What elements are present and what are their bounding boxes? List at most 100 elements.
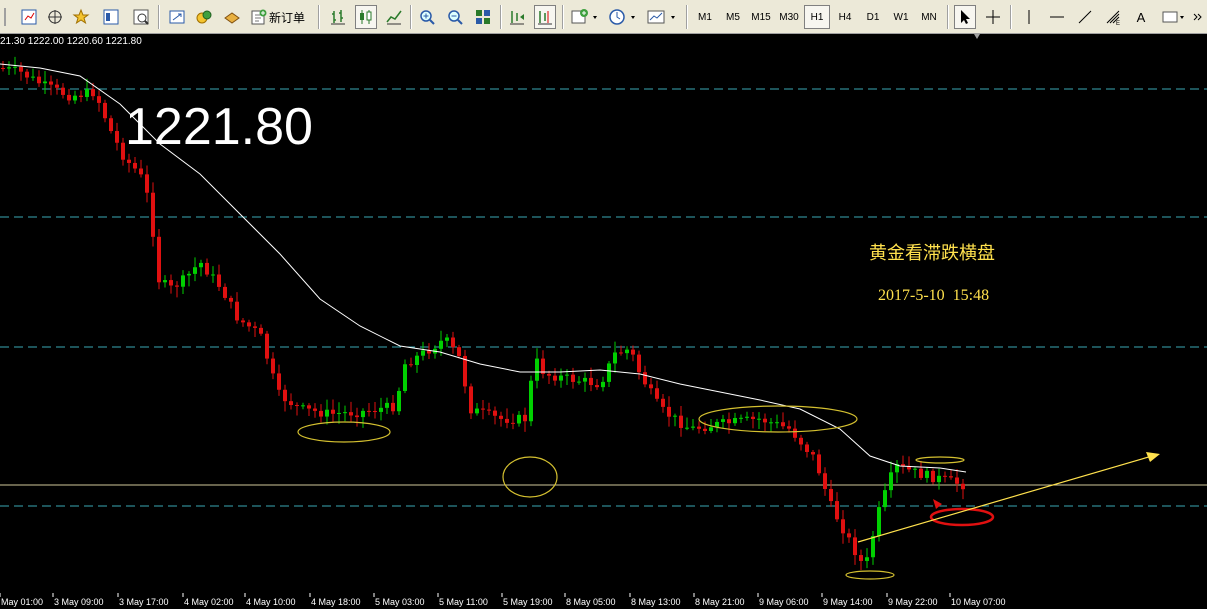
- timeframe-mn[interactable]: MN: [916, 5, 942, 29]
- zoom-in-icon[interactable]: [416, 5, 438, 29]
- candle-body: [583, 377, 587, 382]
- tile-windows-icon[interactable]: [472, 5, 494, 29]
- candle-body: [385, 402, 389, 408]
- timeframe-h1[interactable]: H1: [804, 5, 830, 29]
- candle-body: [859, 555, 863, 561]
- zoom-out-icon[interactable]: [444, 5, 466, 29]
- candle-body: [439, 340, 443, 349]
- time-label: 4 May 10:00: [246, 597, 296, 607]
- timeframe-m1[interactable]: M1: [692, 5, 718, 29]
- crosshair-icon[interactable]: [982, 5, 1004, 29]
- templates-dropdown-icon[interactable]: [646, 5, 680, 29]
- line-chart-icon[interactable]: [383, 5, 405, 29]
- horizontal-line-icon[interactable]: [1046, 5, 1068, 29]
- timeframe-w1[interactable]: W1: [888, 5, 914, 29]
- fibonacci-icon[interactable]: E: [1102, 5, 1124, 29]
- candle-body: [109, 118, 113, 132]
- toolbar-overflow-icon[interactable]: [1190, 5, 1204, 29]
- candle-body: [925, 470, 929, 478]
- candle-body: [319, 410, 323, 417]
- timeframe-d1[interactable]: D1: [860, 5, 886, 29]
- fullscreen-icon[interactable]: [166, 5, 188, 29]
- big-price-label: 1221.80: [125, 98, 313, 156]
- candle-body: [505, 418, 509, 423]
- new-order-icon: [251, 9, 267, 25]
- timeframe-m5[interactable]: M5: [720, 5, 746, 29]
- candle-body: [397, 390, 401, 412]
- candle-body: [307, 405, 311, 409]
- autoscroll-icon[interactable]: [506, 5, 528, 29]
- time-label: 9 May 06:00: [759, 597, 809, 607]
- separator: [318, 5, 320, 29]
- candle-body: [199, 262, 203, 268]
- candle-body: [277, 373, 281, 390]
- candle-body: [391, 402, 395, 412]
- time-label: 4 May 02:00: [184, 597, 234, 607]
- new-order-button[interactable]: 新订单: [250, 5, 308, 29]
- separator: [158, 5, 160, 29]
- candle-body: [79, 95, 83, 97]
- text-tool-icon[interactable]: A: [1130, 5, 1152, 29]
- profiles-icon[interactable]: [44, 5, 66, 29]
- candle-body: [709, 427, 713, 431]
- candle-body: [73, 95, 77, 101]
- data-window-icon[interactable]: [130, 5, 152, 29]
- vertical-line-icon[interactable]: [1018, 5, 1040, 29]
- candle-body: [769, 422, 773, 424]
- periods-dropdown-icon[interactable]: [608, 5, 640, 29]
- candle-body: [691, 426, 695, 428]
- candle-body: [655, 388, 659, 399]
- separator: [410, 5, 412, 29]
- indicators-dropdown-icon[interactable]: [570, 5, 602, 29]
- candle-body: [571, 374, 575, 382]
- favorites-icon[interactable]: [70, 5, 92, 29]
- svg-text:E: E: [1116, 21, 1120, 26]
- separator: [947, 5, 949, 29]
- cursor-icon[interactable]: [954, 5, 976, 29]
- candle-body: [745, 416, 749, 418]
- candle-body: [259, 327, 263, 334]
- candle-body: [97, 96, 101, 103]
- candle-body: [811, 451, 815, 455]
- chart-shift-icon[interactable]: [534, 5, 556, 29]
- candle-body: [547, 373, 551, 376]
- annotation-title: 黄金看滞跌横盘: [869, 243, 995, 264]
- trendline-icon[interactable]: [1074, 5, 1096, 29]
- candle-body: [7, 67, 11, 69]
- bar-chart-icon[interactable]: [327, 5, 349, 29]
- candle-body: [685, 427, 689, 429]
- time-label: 9 May 22:00: [888, 597, 938, 607]
- candle-body: [49, 81, 53, 85]
- candle-body: [781, 422, 785, 427]
- candlestick-chart-icon[interactable]: [355, 5, 377, 29]
- candle-body: [679, 415, 683, 428]
- candle-body: [133, 162, 137, 169]
- candle-body: [763, 418, 767, 423]
- candle-body: [913, 468, 917, 470]
- candle-body: [559, 375, 563, 381]
- candle-body: [1, 68, 5, 69]
- candle-body: [457, 347, 461, 356]
- candle-body: [61, 87, 65, 95]
- candle-body: [265, 333, 269, 359]
- timeframe-h4[interactable]: H4: [832, 5, 858, 29]
- candle-body: [181, 275, 185, 287]
- candle-body: [445, 337, 449, 341]
- arrow-tool-icon[interactable]: [1160, 5, 1186, 29]
- history-icon[interactable]: [221, 5, 243, 29]
- candle-body: [607, 363, 611, 382]
- candle-body: [619, 352, 623, 354]
- candle-body: [115, 131, 119, 143]
- experts-icon[interactable]: [193, 5, 215, 29]
- price-chart[interactable]: 21.30 1222.00 1220.60 1221.80 1221.80 黄金…: [0, 34, 1207, 609]
- candle-body: [799, 437, 803, 445]
- candle-body: [613, 352, 617, 364]
- navigator-icon[interactable]: [100, 5, 122, 29]
- candle-body: [721, 419, 725, 422]
- chart-canvas[interactable]: 21.30 1222.00 1220.60 1221.80 1221.80 黄金…: [0, 34, 1207, 609]
- new-chart-icon[interactable]: [18, 5, 40, 29]
- candle-body: [349, 412, 353, 416]
- timeframe-m15[interactable]: M15: [748, 5, 774, 29]
- candle-body: [481, 408, 485, 410]
- timeframe-m30[interactable]: M30: [776, 5, 802, 29]
